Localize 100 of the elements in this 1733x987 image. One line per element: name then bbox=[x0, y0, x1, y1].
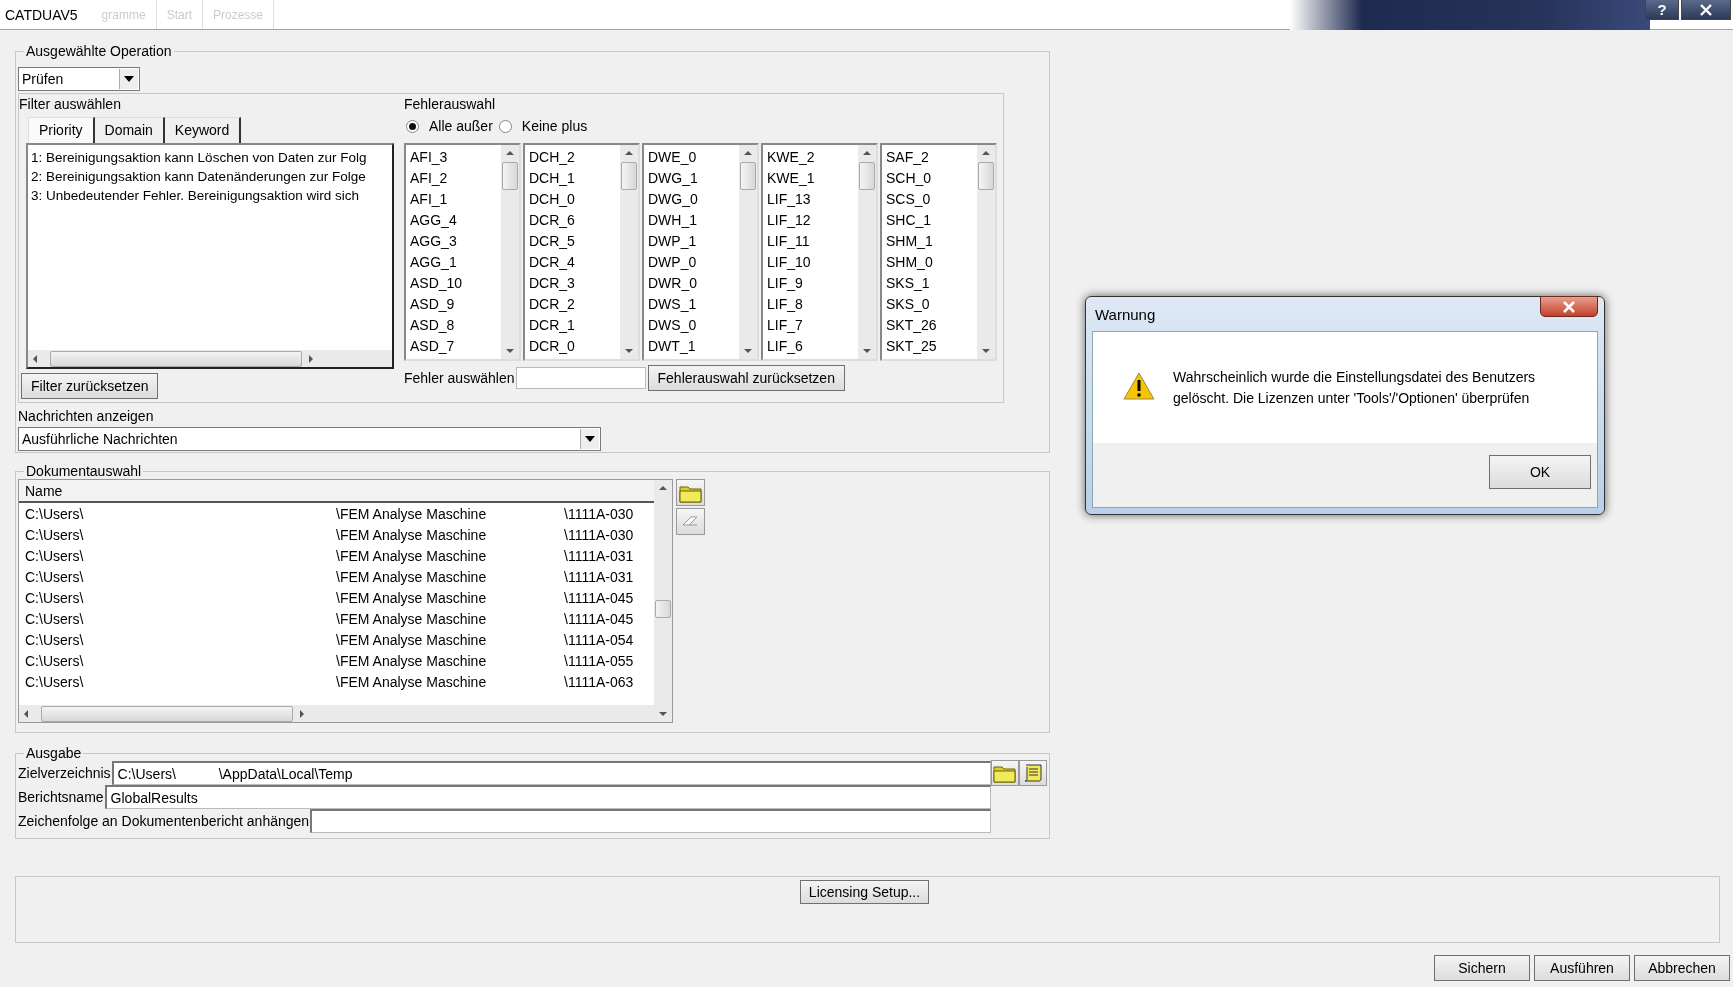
list-item[interactable]: DCR_2 bbox=[529, 294, 620, 315]
vertical-scrollbar[interactable] bbox=[620, 145, 638, 359]
list-item[interactable]: SHM_0 bbox=[886, 252, 977, 273]
reset-filter-button[interactable]: Filter zurücksetzen bbox=[21, 373, 159, 399]
list-item[interactable]: SKT_25 bbox=[886, 336, 977, 357]
field-label: Fehler auswählen bbox=[404, 370, 515, 386]
list-item[interactable]: DCR_3 bbox=[529, 273, 620, 294]
list-item[interactable]: SAF_2 bbox=[886, 147, 977, 168]
radio-button[interactable] bbox=[406, 119, 419, 133]
list-item[interactable]: SHC_1 bbox=[886, 210, 977, 231]
list-item[interactable]: SKS_1 bbox=[886, 273, 977, 294]
error-search-field[interactable] bbox=[515, 367, 646, 389]
list-item[interactable]: ASD_7 bbox=[410, 336, 501, 357]
list-item[interactable]: AGG_4 bbox=[410, 210, 501, 231]
text-field[interactable]: C:\Users\ \AppData\Local\Temp bbox=[111, 761, 991, 785]
radio-label: Keine plus bbox=[521, 118, 588, 134]
list-item[interactable]: DWH_1 bbox=[648, 210, 739, 231]
radio-label: Alle außer bbox=[429, 118, 493, 134]
list-item[interactable]: DCR_4 bbox=[529, 252, 620, 273]
list-item[interactable]: SKS_0 bbox=[886, 294, 977, 315]
vertical-scrollbar[interactable] bbox=[654, 480, 672, 722]
list-item[interactable]: SCH_0 bbox=[886, 168, 977, 189]
list-item[interactable]: DWP_1 bbox=[648, 231, 739, 252]
dialog-button[interactable]: Sichern bbox=[1434, 955, 1530, 981]
dialog-message: Wahrscheinlich wurde die Einstellungsdatei des Benutzers gelöscht. Die Lizenzen unter 'Tools'/'Optionen' überprüfen bbox=[1173, 367, 1537, 408]
list-item[interactable]: LIF_7 bbox=[767, 315, 858, 336]
list-item[interactable]: AGG_1 bbox=[410, 252, 501, 273]
licensing-setup-button[interactable]: Licensing Setup... bbox=[799, 880, 930, 904]
list-item[interactable]: LIF_13 bbox=[767, 189, 858, 210]
list-item[interactable]: DWE_0 bbox=[648, 147, 739, 168]
messages-dropdown[interactable]: Ausführliche Nachrichten bbox=[18, 427, 601, 451]
tab[interactable]: Priority bbox=[28, 117, 95, 143]
list-item[interactable]: DWP_0 bbox=[648, 252, 739, 273]
table-cell-text: \FEM Analyse Maschine bbox=[335, 652, 488, 669]
list-item[interactable]: AGG_3 bbox=[410, 231, 501, 252]
list-item[interactable]: LIF_8 bbox=[767, 294, 858, 315]
list-item[interactable]: ASD_8 bbox=[410, 315, 501, 336]
help-button[interactable]: ? bbox=[1645, 0, 1679, 20]
column-header[interactable]: Name bbox=[25, 482, 63, 499]
list-item[interactable]: ASD_9 bbox=[410, 294, 501, 315]
list-item[interactable]: LIF_6 bbox=[767, 336, 858, 357]
list-item[interactable]: DCH_0 bbox=[529, 189, 620, 210]
dialog-button[interactable]: Abbrechen bbox=[1634, 955, 1730, 981]
list-item[interactable]: LIF_10 bbox=[767, 252, 858, 273]
list-item[interactable]: DWS_1 bbox=[648, 294, 739, 315]
list-item[interactable]: 3: Unbedeutender Fehler. Bereinigungsaktion wird sich bbox=[31, 186, 392, 205]
radio-button[interactable] bbox=[498, 119, 512, 133]
list-item[interactable]: KWE_2 bbox=[767, 147, 858, 168]
list-item[interactable]: DCR_1 bbox=[529, 315, 620, 336]
horizontal-scrollbar[interactable] bbox=[19, 705, 654, 722]
table-cell-text: \FEM Analyse Maschine bbox=[335, 610, 488, 627]
reset-errors-button[interactable]: Fehlerauswahl zurücksetzen bbox=[647, 365, 845, 391]
list-item[interactable]: DWS_0 bbox=[648, 315, 739, 336]
browse-folder-button[interactable] bbox=[991, 760, 1019, 786]
list-item[interactable]: LIF_12 bbox=[767, 210, 858, 231]
add-folder-button[interactable] bbox=[676, 479, 705, 506]
vertical-scrollbar[interactable] bbox=[739, 145, 757, 359]
table-cell-text: C:\Users\ bbox=[24, 610, 85, 627]
list-item[interactable]: LIF_9 bbox=[767, 273, 858, 294]
list-item[interactable]: 1: Bereinigungsaktion kann Löschen von Daten zur Folg bbox=[31, 148, 392, 167]
list-item[interactable]: DCR_6 bbox=[529, 210, 620, 231]
list-item[interactable]: ASD_10 bbox=[410, 273, 501, 294]
list-item[interactable]: DCR_5 bbox=[529, 231, 620, 252]
list-item[interactable]: AFI_2 bbox=[410, 168, 501, 189]
table-cell-text: \FEM Analyse Maschine bbox=[335, 568, 488, 585]
list-item[interactable]: LIF_11 bbox=[767, 231, 858, 252]
scroll-icon bbox=[1022, 763, 1044, 783]
close-button[interactable] bbox=[1681, 0, 1731, 20]
tab[interactable]: Domain bbox=[94, 117, 165, 143]
list-item[interactable]: AFI_1 bbox=[410, 189, 501, 210]
window-title: CATDUAV5 bbox=[4, 6, 78, 23]
list-item[interactable]: DWG_0 bbox=[648, 189, 739, 210]
list-item[interactable]: SHM_1 bbox=[886, 231, 977, 252]
horizontal-scrollbar[interactable] bbox=[28, 350, 392, 367]
text-field[interactable] bbox=[310, 809, 991, 833]
field-label: Zeichenfolge an Dokumentenbericht anhängen bbox=[18, 813, 310, 829]
ok-button[interactable]: OK bbox=[1489, 455, 1591, 489]
radio-option[interactable]: Keine plus bbox=[496, 118, 590, 134]
list-item[interactable]: KWE_1 bbox=[767, 168, 858, 189]
list-item[interactable]: DCH_1 bbox=[529, 168, 620, 189]
vertical-scrollbar[interactable] bbox=[501, 145, 519, 359]
vertical-scrollbar[interactable] bbox=[858, 145, 876, 359]
tab[interactable]: Keyword bbox=[164, 117, 242, 143]
radio-option[interactable]: Alle außer bbox=[404, 118, 495, 134]
dialog-button[interactable]: Ausführen bbox=[1534, 955, 1630, 981]
list-item[interactable]: SKT_26 bbox=[886, 315, 977, 336]
list-item[interactable]: DCR_0 bbox=[529, 336, 620, 357]
list-item[interactable]: DWR_0 bbox=[648, 273, 739, 294]
list-item[interactable]: DWT_1 bbox=[648, 336, 739, 357]
list-item[interactable]: DWG_1 bbox=[648, 168, 739, 189]
list-item[interactable]: 2: Bereinigungsaktion kann Datenänderungen zur Folge bbox=[31, 167, 392, 186]
eraser-button[interactable] bbox=[676, 508, 705, 535]
text-field[interactable]: GlobalResults bbox=[104, 785, 991, 809]
vertical-scrollbar[interactable] bbox=[977, 145, 995, 359]
close-button[interactable] bbox=[1540, 296, 1598, 317]
list-item[interactable]: DCH_2 bbox=[529, 147, 620, 168]
list-item[interactable]: SCS_0 bbox=[886, 189, 977, 210]
list-item[interactable]: AFI_3 bbox=[410, 147, 501, 168]
operation-dropdown[interactable]: Prüfen bbox=[18, 67, 140, 91]
report-button[interactable] bbox=[1019, 760, 1047, 786]
